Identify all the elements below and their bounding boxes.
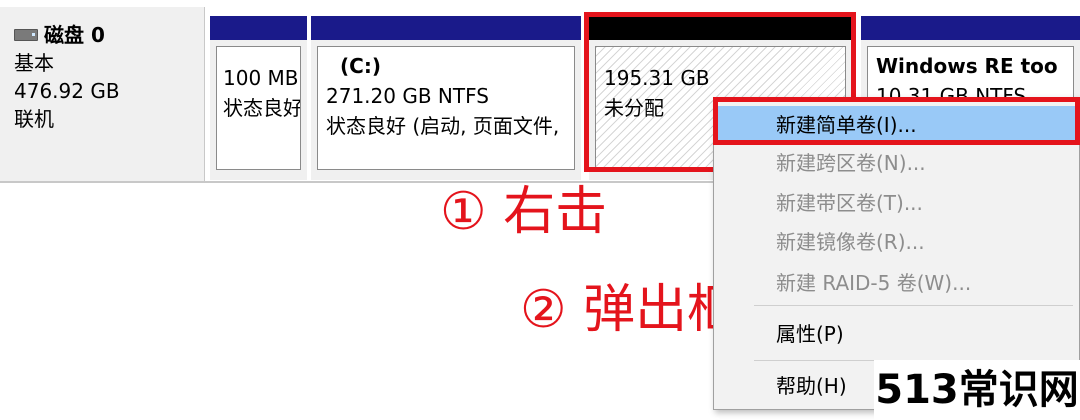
partition-bar bbox=[861, 16, 1080, 40]
disk-name: 磁盘 0 bbox=[44, 23, 105, 47]
annotation-step1: ① 右击 bbox=[440, 182, 608, 242]
annotation-step2: ② 弹出框 bbox=[520, 280, 740, 340]
disk-size: 476.92 GB bbox=[14, 79, 120, 103]
partition-size: 271.20 GB NTFS bbox=[326, 84, 489, 108]
partition-size: 100 MB bbox=[223, 66, 299, 90]
disk-name-row: 磁盘 0 bbox=[14, 21, 204, 49]
partition-bar bbox=[210, 16, 307, 40]
partition-bar bbox=[311, 16, 581, 40]
partition-box: (C:) 271.20 GB NTFS 状态良好 (启动, 页面文件, bbox=[317, 46, 575, 170]
disk-status: 联机 bbox=[14, 107, 54, 131]
partition-status: 状态良好 (启动, 页面文件, bbox=[326, 114, 560, 138]
partition-title: (C:) bbox=[340, 54, 381, 78]
menu-item-new-spanned-volume[interactable]: 新建跨区卷(N)... bbox=[716, 144, 1077, 182]
menu-item-new-striped-volume[interactable]: 新建带区卷(T)... bbox=[716, 184, 1077, 222]
partition-box: 100 MB 状态良好 bbox=[216, 46, 301, 170]
menu-item-properties[interactable]: 属性(P) bbox=[716, 315, 1077, 353]
partition-status: 状态良好 bbox=[223, 96, 301, 120]
disk-info-panel[interactable]: 磁盘 0 基本 476.92 GB 联机 bbox=[0, 7, 205, 183]
partition-efi[interactable]: 100 MB 状态良好 bbox=[210, 16, 307, 180]
hard-disk-icon bbox=[14, 29, 38, 41]
menu-separator bbox=[754, 305, 1073, 306]
menu-item-new-mirrored-volume[interactable]: 新建镜像卷(R)... bbox=[716, 223, 1077, 261]
partition-c[interactable]: (C:) 271.20 GB NTFS 状态良好 (启动, 页面文件, bbox=[311, 16, 581, 180]
watermark: 513常识网 bbox=[874, 360, 1080, 420]
annotation-frame-menu-item bbox=[713, 97, 1080, 145]
disk-type: 基本 bbox=[14, 51, 54, 75]
menu-item-new-raid5-volume[interactable]: 新建 RAID-5 卷(W)... bbox=[716, 264, 1077, 302]
partition-title: Windows RE too bbox=[876, 54, 1058, 78]
